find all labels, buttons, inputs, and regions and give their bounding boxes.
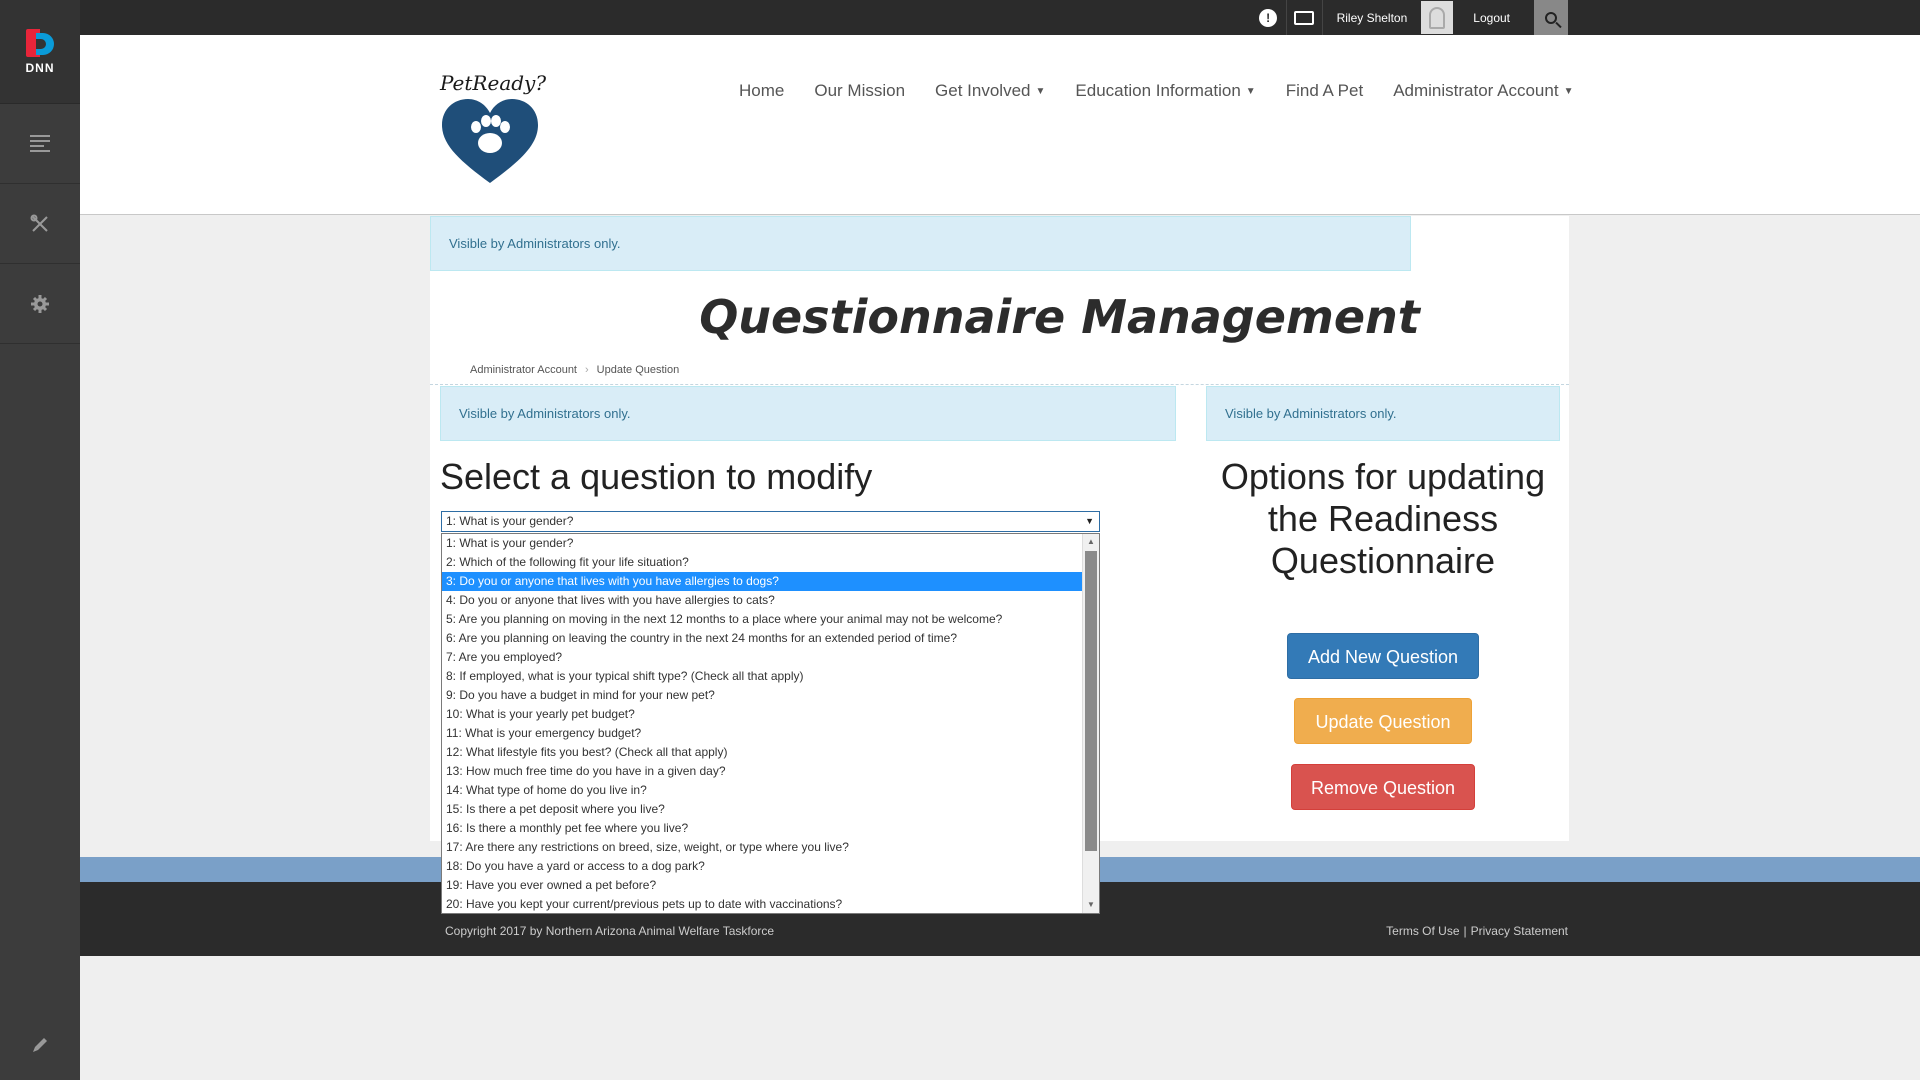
main-nav: Home Our Mission Get Involved ▼ Education… — [724, 81, 1588, 101]
question-option[interactable]: 2: Which of the following fit your life … — [442, 553, 1083, 572]
question-option[interactable]: 6: Are you planning on leaving the count… — [442, 629, 1083, 648]
search-button[interactable] — [1534, 0, 1568, 35]
page-title: Questionnaire Management — [699, 290, 1420, 344]
question-select[interactable]: 1: What is your gender? ▼ — [441, 511, 1100, 532]
caret-down-icon: ▼ — [1035, 86, 1046, 98]
question-option[interactable]: 19: Have you ever owned a pet before? — [442, 876, 1083, 895]
logout-link[interactable]: Logout — [1453, 11, 1534, 25]
scroll-down-icon[interactable]: ▼ — [1083, 897, 1099, 913]
nav-administrator-account[interactable]: Administrator Account ▼ — [1378, 81, 1588, 101]
question-select-value: 1: What is your gender? — [446, 514, 574, 528]
site-logo-text: PetReady? — [440, 71, 547, 95]
question-option[interactable]: 10: What is your yearly pet budget? — [442, 705, 1083, 724]
update-question-button[interactable]: Update Question — [1294, 698, 1472, 744]
nav-home[interactable]: Home — [724, 81, 799, 101]
question-option[interactable]: 18: Do you have a yard or access to a do… — [442, 857, 1083, 876]
settings-menu-button[interactable] — [0, 264, 80, 344]
question-option[interactable]: 13: How much free time do you have in a … — [442, 762, 1083, 781]
question-option[interactable]: 9: Do you have a budget in mind for your… — [442, 686, 1083, 705]
select-question-heading: Select a question to modify — [440, 456, 873, 497]
terms-of-use-link[interactable]: Terms Of Use — [1386, 924, 1459, 938]
dropdown-arrow-icon: ▼ — [1085, 516, 1094, 526]
site-logo[interactable]: PetReady? — [440, 71, 550, 185]
question-option[interactable]: 14: What type of home do you live in? — [442, 781, 1083, 800]
messages-button[interactable] — [1287, 0, 1323, 35]
search-icon — [1545, 11, 1557, 24]
tools-menu-button[interactable] — [0, 184, 80, 264]
avatar[interactable] — [1421, 1, 1454, 34]
notifications-button[interactable]: ! — [1251, 0, 1287, 35]
question-option[interactable]: 16: Is there a monthly pet fee where you… — [442, 819, 1083, 838]
user-icon — [1429, 6, 1446, 29]
question-option[interactable]: 5: Are you planning on moving in the nex… — [442, 610, 1083, 629]
messages-icon — [1294, 10, 1315, 25]
content-menu-button[interactable] — [0, 104, 80, 184]
question-option[interactable]: 12: What lifestyle fits you best? (Check… — [442, 743, 1083, 762]
question-option[interactable]: 20: Have you kept your current/previous … — [442, 895, 1083, 913]
notification-icon: ! — [1259, 8, 1278, 27]
question-option[interactable]: 4: Do you or anyone that lives with you … — [442, 591, 1083, 610]
remove-question-button[interactable]: Remove Question — [1291, 764, 1475, 810]
breadcrumb: Administrator Account › Update Question — [470, 364, 679, 376]
privacy-statement-link[interactable]: Privacy Statement — [1471, 924, 1568, 938]
pencil-icon — [33, 1038, 47, 1052]
nav-find-a-pet[interactable]: Find A Pet — [1271, 81, 1379, 101]
question-option[interactable]: 8: If employed, what is your typical shi… — [442, 667, 1083, 686]
chevron-right-icon: › — [585, 364, 589, 376]
caret-down-icon: ▼ — [1245, 86, 1256, 98]
edit-page-button[interactable] — [0, 1034, 80, 1060]
control-bar: ! Riley Shelton Logout — [80, 0, 1920, 35]
dnn-logo[interactable]: DNN — [0, 0, 80, 104]
user-name-link[interactable]: Riley Shelton — [1323, 11, 1422, 25]
question-option[interactable]: 15: Is there a pet deposit where you liv… — [442, 800, 1083, 819]
persona-bar: DNN — [0, 0, 80, 1080]
settings-icon — [31, 294, 49, 313]
admin-notice-right: Visible by Administrators only. — [1206, 386, 1560, 441]
add-new-question-button[interactable]: Add New Question — [1287, 633, 1479, 679]
admin-notice-left: Visible by Administrators only. — [440, 386, 1176, 441]
tools-icon — [30, 214, 48, 232]
copyright-text: Copyright 2017 by Northern Arizona Anima… — [445, 924, 775, 938]
admin-notice: Visible by Administrators only. — [430, 216, 1411, 271]
question-option[interactable]: 11: What is your emergency budget? — [442, 724, 1083, 743]
heart-paw-icon — [442, 99, 538, 183]
question-option[interactable]: 7: Are you employed? — [442, 648, 1083, 667]
caret-down-icon: ▼ — [1563, 86, 1574, 98]
nav-get-involved[interactable]: Get Involved ▼ — [920, 81, 1060, 101]
breadcrumb-update-question[interactable]: Update Question — [597, 364, 680, 376]
nav-our-mission[interactable]: Our Mission — [799, 81, 920, 101]
footer-links: Terms Of Use | Privacy Statement — [1386, 924, 1568, 938]
nav-education-information[interactable]: Education Information ▼ — [1060, 81, 1270, 101]
scroll-up-icon[interactable]: ▲ — [1083, 534, 1099, 550]
question-option[interactable]: 17: Are there any restrictions on breed,… — [442, 838, 1083, 857]
question-options: 1: What is your gender? 2: Which of the f… — [442, 534, 1099, 913]
dnn-logo-text: DNN — [25, 60, 55, 75]
options-heading: Options for updating the Readiness Quest… — [1220, 456, 1546, 581]
breadcrumb-administrator-account[interactable]: Administrator Account — [470, 364, 577, 376]
site-header: PetReady? Home Our Mission Get Involved ▼… — [80, 35, 1920, 215]
question-dropdown-list[interactable]: 1: What is your gender? 2: Which of the f… — [441, 533, 1100, 914]
question-option[interactable]: 1: What is your gender? — [442, 534, 1083, 553]
question-option[interactable]: 3: Do you or anyone that lives with you … — [442, 572, 1083, 591]
scrollbar-thumb[interactable] — [1085, 551, 1097, 851]
dropdown-scrollbar[interactable]: ▲ ▼ — [1082, 534, 1099, 913]
content-icon — [30, 134, 50, 152]
dnn-logo-icon — [26, 28, 54, 57]
divider — [430, 384, 1569, 385]
footer-link-separator: | — [1463, 924, 1467, 938]
